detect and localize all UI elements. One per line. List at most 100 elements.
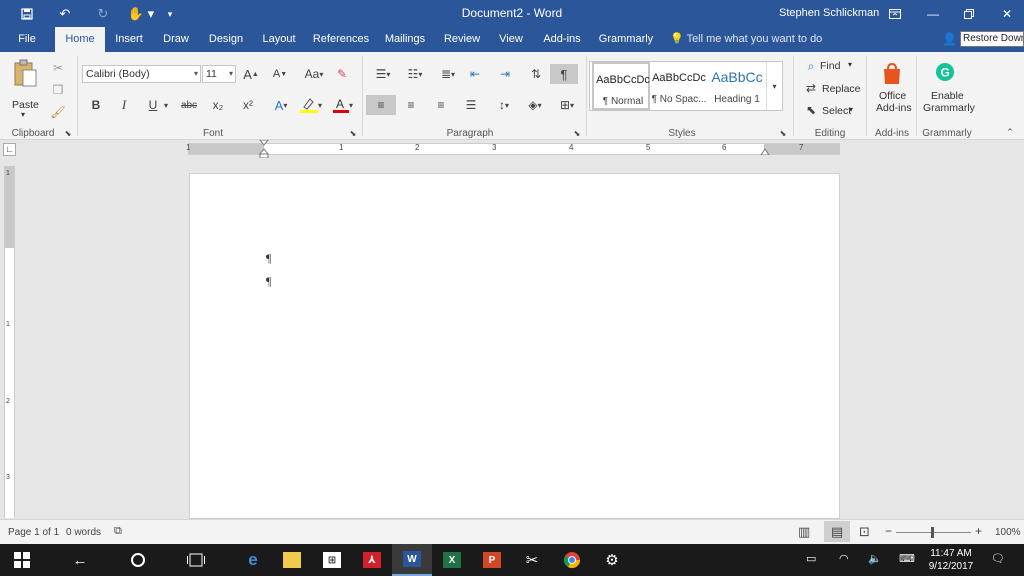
find-button[interactable]: Find xyxy=(820,60,840,72)
tab-references[interactable]: References xyxy=(312,27,370,52)
tab-design[interactable]: Design xyxy=(204,27,248,52)
underline-button[interactable]: U xyxy=(145,96,161,114)
replace-button[interactable]: Replace xyxy=(822,83,861,95)
bullets-icon[interactable]: ☰ ▾ xyxy=(370,66,396,82)
styles-more-icon[interactable]: ▾ xyxy=(766,62,782,110)
horizontal-ruler[interactable]: 1 1 2 3 4 5 6 7 xyxy=(186,140,840,158)
text-effects-icon[interactable]: A ▾ xyxy=(270,96,292,114)
page-count[interactable]: Page 1 of 1 xyxy=(8,527,59,538)
shrink-font-icon[interactable]: A ▼ xyxy=(272,66,288,82)
battery-icon[interactable]: ▭ xyxy=(806,552,816,565)
show-hide-marks-button[interactable]: ¶ xyxy=(550,64,578,84)
chrome-icon[interactable] xyxy=(552,544,592,576)
collapse-ribbon-icon[interactable]: ⌃ xyxy=(1004,126,1016,138)
copy-icon[interactable]: ❐ xyxy=(50,82,66,98)
document-page[interactable]: ¶ ¶ xyxy=(189,173,840,519)
office-addins-icon[interactable] xyxy=(881,62,903,86)
find-icon[interactable]: ⌕ xyxy=(803,58,819,74)
bold-button[interactable]: B xyxy=(88,96,104,114)
subscript-button[interactable]: x₂ xyxy=(210,96,226,114)
word-count[interactable]: 0 words xyxy=(66,527,101,538)
justify-icon[interactable]: ☰ xyxy=(462,95,480,115)
font-name-field[interactable]: Calibri (Body) ▾ xyxy=(82,65,201,83)
settings-icon[interactable]: ⚙ xyxy=(592,544,632,576)
action-center-icon[interactable]: 🗨 xyxy=(991,552,1005,565)
zoom-in-button[interactable]: + xyxy=(975,524,982,538)
tab-review[interactable]: Review xyxy=(440,27,484,52)
clear-formatting-icon[interactable]: ✎ xyxy=(334,66,350,82)
align-center-icon[interactable]: ≡ xyxy=(402,95,420,115)
close-button[interactable]: ✕ xyxy=(984,0,1024,27)
tab-view[interactable]: View xyxy=(493,27,529,52)
web-layout-icon[interactable]: ⊡ xyxy=(859,524,870,540)
paragraph-mark[interactable]: ¶ xyxy=(266,251,271,266)
styles-launcher-icon[interactable]: ⬊ xyxy=(778,128,788,138)
font-color-icon[interactable]: A ▾ xyxy=(330,96,356,114)
grow-font-icon[interactable]: A ▲ xyxy=(243,66,259,82)
windows-start-icon[interactable] xyxy=(2,544,42,576)
paragraph-launcher-icon[interactable]: ⬊ xyxy=(572,128,582,138)
find-dropdown-icon[interactable]: ▾ xyxy=(848,60,852,69)
font-launcher-icon[interactable]: ⬊ xyxy=(348,128,358,138)
store-icon[interactable]: ⊞ xyxy=(312,544,352,576)
system-clock[interactable]: 11:47 AM 9/12/2017 xyxy=(922,547,980,573)
tab-grammarly[interactable]: Grammarly xyxy=(596,27,656,52)
powerpoint-icon[interactable]: P xyxy=(472,544,512,576)
style-heading-1[interactable]: AaBbCc Heading 1 xyxy=(708,62,766,110)
print-layout-icon[interactable]: ▤ xyxy=(824,521,850,542)
indent-marker-icon[interactable] xyxy=(259,140,269,158)
edge-icon[interactable]: e xyxy=(233,544,273,576)
proofing-icon[interactable]: ⧉ xyxy=(114,525,122,538)
clipboard-launcher-icon[interactable]: ⬊ xyxy=(63,128,73,138)
paragraph-mark[interactable]: ¶ xyxy=(266,274,271,289)
enable-grammarly-label-2[interactable]: Grammarly xyxy=(923,102,975,114)
change-case-icon[interactable]: Aa ▾ xyxy=(303,66,325,82)
office-addins-label-2[interactable]: Add-ins xyxy=(876,102,912,114)
share-icon[interactable]: 👤 xyxy=(942,32,957,46)
sort-icon[interactable]: ⇅ xyxy=(527,66,545,82)
multilevel-list-icon[interactable]: ≣ ▾ xyxy=(434,66,462,82)
align-right-icon[interactable]: ≡ xyxy=(432,95,450,115)
highlight-color-icon[interactable]: ▾ xyxy=(298,96,324,114)
increase-indent-icon[interactable]: ⇥ xyxy=(496,66,514,82)
zoom-slider-thumb[interactable] xyxy=(931,527,934,538)
paste-dropdown-icon[interactable]: ▾ xyxy=(21,110,25,119)
borders-icon[interactable]: ⊞ ▾ xyxy=(554,95,580,115)
read-mode-icon[interactable]: ▥ xyxy=(798,524,810,540)
file-explorer-icon[interactable] xyxy=(272,544,312,576)
tab-insert[interactable]: Insert xyxy=(110,27,148,52)
select-dropdown-icon[interactable]: ▾ xyxy=(849,105,853,114)
select-icon[interactable]: ⬉ xyxy=(803,102,819,118)
superscript-button[interactable]: x² xyxy=(240,96,256,114)
line-spacing-icon[interactable]: ↕ ▾ xyxy=(492,95,516,115)
paste-icon[interactable] xyxy=(10,58,40,90)
acrobat-icon[interactable]: ⅄ xyxy=(352,544,392,576)
align-left-icon[interactable]: ≡ xyxy=(366,95,396,115)
decrease-indent-icon[interactable]: ⇤ xyxy=(466,66,484,82)
style-no-spacing[interactable]: AaBbCcDc ¶ No Spac... xyxy=(650,62,708,110)
tab-selector-icon[interactable]: ∟ xyxy=(3,143,16,156)
tab-mailings[interactable]: Mailings xyxy=(380,27,430,52)
excel-icon[interactable]: X xyxy=(432,544,472,576)
grammarly-icon[interactable]: G xyxy=(934,61,956,83)
tab-draw[interactable]: Draw xyxy=(157,27,195,52)
enable-grammarly-label-1[interactable]: Enable xyxy=(931,90,964,102)
underline-dropdown-icon[interactable]: ▾ xyxy=(161,96,171,114)
cut-icon[interactable]: ✂ xyxy=(50,60,66,76)
strikethrough-button[interactable]: abc xyxy=(178,96,200,114)
snipping-icon[interactable]: ✂ xyxy=(512,544,552,576)
tell-me-box[interactable]: 💡 Tell me what you want to do xyxy=(670,27,822,52)
user-name[interactable]: Stephen Schlickman xyxy=(779,7,879,19)
word-icon[interactable]: W xyxy=(392,544,432,576)
tab-file[interactable]: File xyxy=(8,27,46,52)
select-button[interactable]: Select xyxy=(822,105,851,117)
format-painter-icon[interactable]: 🖌 xyxy=(50,104,66,120)
tab-addins[interactable]: Add-ins xyxy=(538,27,586,52)
zoom-level[interactable]: 100% xyxy=(995,527,1021,538)
vertical-ruler[interactable]: 1 1 2 3 xyxy=(4,166,15,518)
numbering-icon[interactable]: ☷ ▾ xyxy=(402,66,428,82)
wifi-icon[interactable]: ◠ xyxy=(839,552,849,565)
tab-home[interactable]: Home xyxy=(55,27,105,52)
keyboard-icon[interactable]: ⌨ xyxy=(899,552,915,565)
office-addins-label-1[interactable]: Office xyxy=(879,90,906,102)
